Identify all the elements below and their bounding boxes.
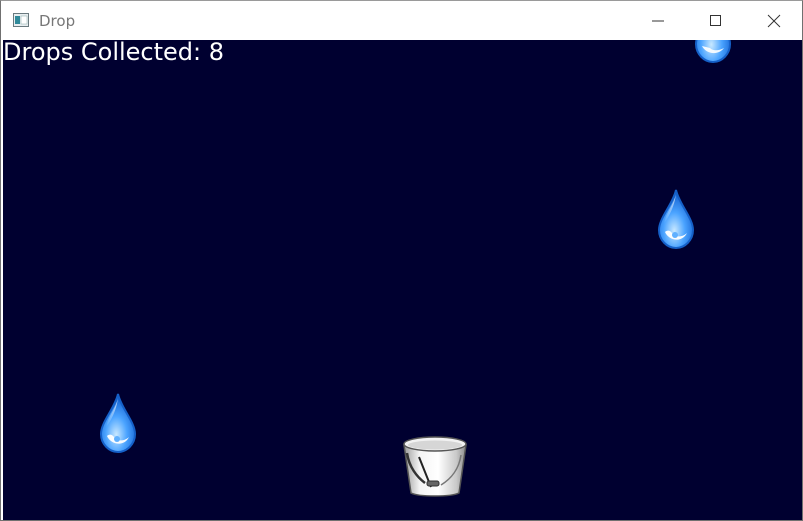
close-icon — [767, 14, 781, 28]
app-window-icon — [13, 13, 29, 27]
maximize-button[interactable] — [687, 1, 745, 39]
window-title: Drop — [39, 12, 76, 30]
water-drop-icon — [694, 40, 732, 64]
water-drop-icon — [657, 189, 695, 250]
drops-collected-counter: Drops Collected: 8 — [3, 40, 225, 66]
close-button[interactable] — [745, 1, 803, 39]
game-canvas[interactable]: Drops Collected: 8 — [3, 40, 802, 520]
minimize-icon — [652, 20, 664, 22]
water-drop-icon — [99, 393, 137, 454]
title-bar[interactable]: Drop — [1, 1, 802, 39]
bucket-icon[interactable] — [401, 433, 469, 499]
maximize-icon — [710, 15, 721, 26]
minimize-button[interactable] — [629, 1, 687, 39]
application-window: Drop Drops Collected: 8 — [0, 0, 803, 521]
